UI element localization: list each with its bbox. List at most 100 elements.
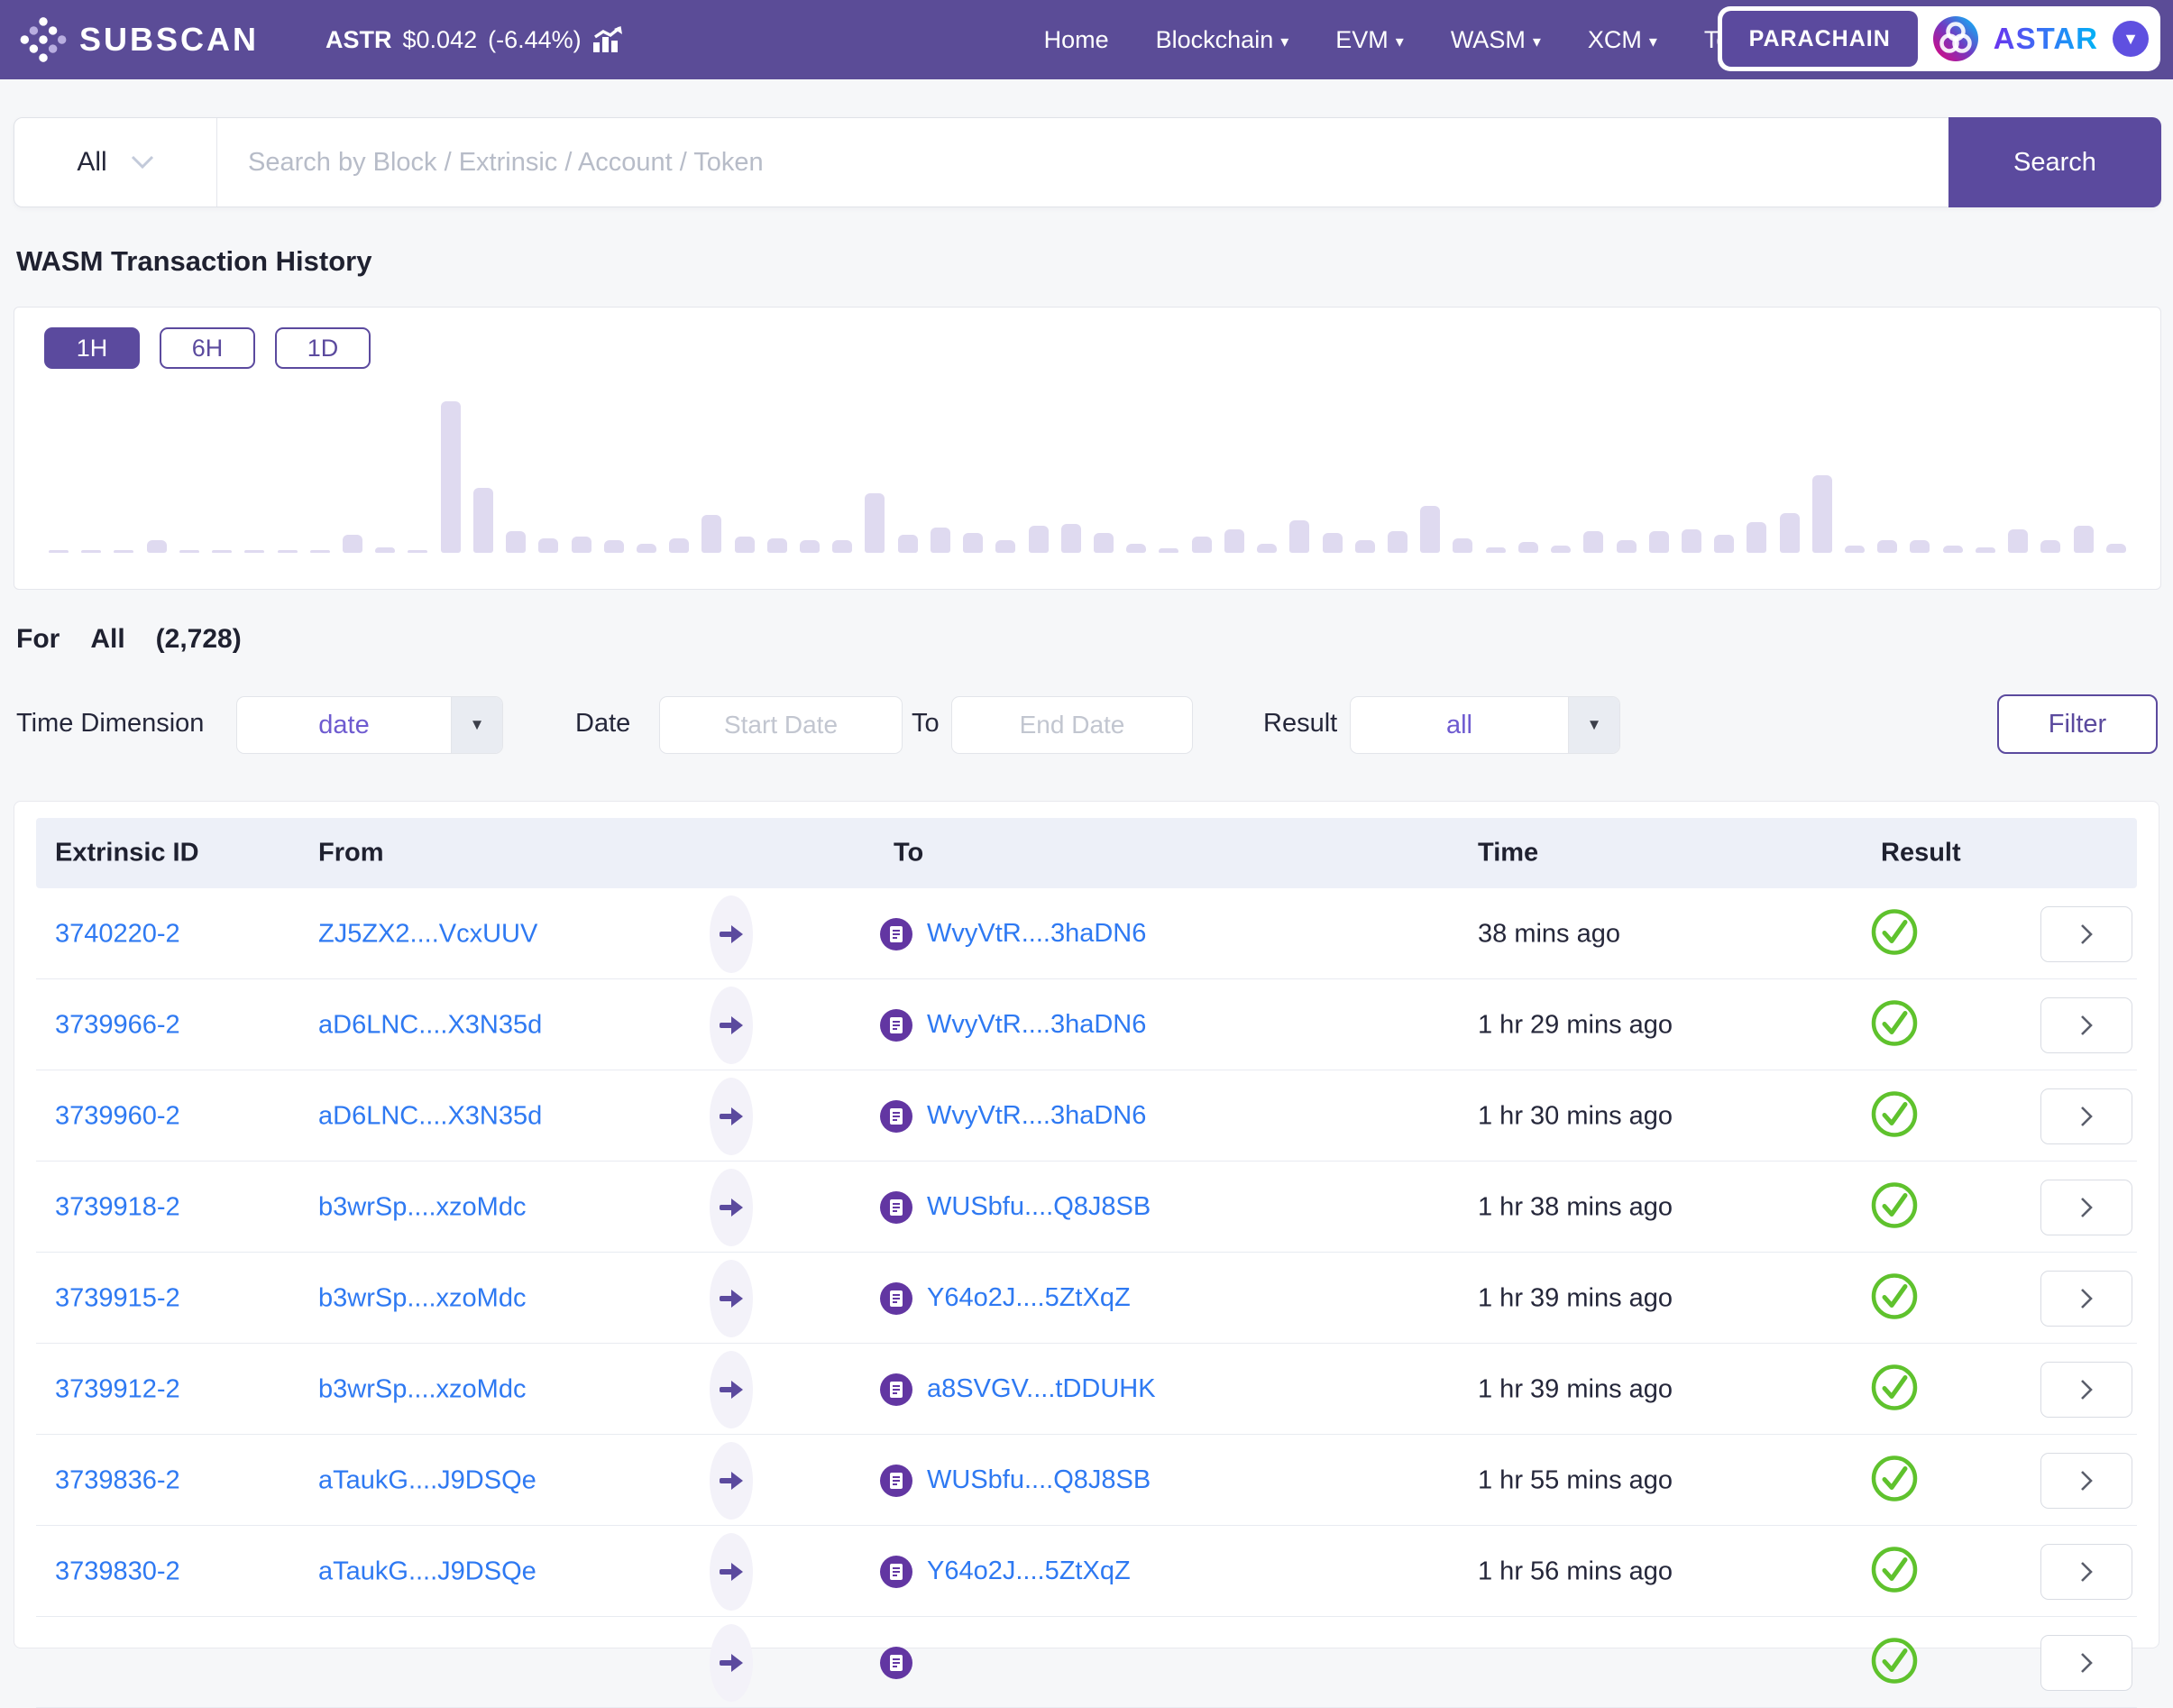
row-detail-button[interactable] [2040, 1088, 2132, 1144]
chart-bar [995, 540, 1015, 553]
filter-row: Time Dimension date ▼ Date To Result all… [0, 694, 2173, 758]
chevron-down-icon: ▼ [1568, 697, 1619, 753]
result-select[interactable]: all ▼ [1350, 696, 1620, 754]
time-dimension-label: Time Dimension [16, 709, 204, 739]
parachain-button[interactable]: PARACHAIN [1722, 11, 1918, 67]
to-account-link[interactable]: Y64o2J....5ZtXqZ [927, 1283, 1131, 1313]
date-label: Date [575, 709, 630, 739]
time-dimension-select[interactable]: date ▼ [236, 696, 503, 754]
extrinsic-id-link[interactable]: 3739830-2 [55, 1556, 180, 1586]
search-input[interactable] [217, 118, 1948, 207]
from-account-link[interactable]: aD6LNC....X3N35d [318, 1101, 542, 1131]
arrow-right-icon [718, 1288, 745, 1309]
arrow-right-icon [718, 1015, 745, 1036]
nav-item-xcm[interactable]: XCM ▾ [1588, 26, 1657, 54]
to-label: To [912, 709, 940, 739]
row-detail-button[interactable] [2040, 1544, 2132, 1600]
transfer-direction-badge [710, 1533, 753, 1611]
extrinsic-id-link[interactable]: 3739836-2 [55, 1465, 180, 1495]
time-ago: 38 mins ago [1478, 919, 1620, 949]
col-extrinsic-id: Extrinsic ID [55, 839, 199, 868]
chart-bar [1388, 531, 1407, 553]
chart-bar [1061, 524, 1081, 553]
chart-bar [244, 550, 264, 553]
chart-bar [1126, 544, 1146, 553]
network-chevron-down-icon[interactable]: ▼ [2113, 21, 2149, 57]
nav-item-blockchain[interactable]: Blockchain ▾ [1156, 26, 1289, 54]
from-account-link[interactable]: b3wrSp....xzoMdc [318, 1374, 526, 1404]
extrinsic-id-link[interactable]: 3739918-2 [55, 1192, 180, 1222]
chart-bar [310, 550, 330, 553]
nav-item-home[interactable]: Home [1044, 26, 1109, 54]
to-account-link[interactable]: WUSbfu....Q8J8SB [927, 1192, 1151, 1222]
chevron-right-icon [2080, 1288, 2093, 1309]
token-price-block: ASTR $0.042 (-6.44%) [325, 26, 623, 54]
to-account-link[interactable]: Y64o2J....5ZtXqZ [927, 1556, 1131, 1586]
col-from: From [318, 839, 384, 868]
row-detail-button[interactable] [2040, 1362, 2132, 1418]
from-account-link[interactable]: aTaukG....J9DSQe [318, 1465, 536, 1495]
to-account-link[interactable]: WUSbfu....Q8J8SB [927, 1465, 1151, 1495]
from-account-link[interactable]: ZJ5ZX2....VcxUUV [318, 919, 537, 949]
row-detail-button[interactable] [2040, 1180, 2132, 1235]
row-detail-button[interactable] [2040, 997, 2132, 1053]
chart-bar [408, 550, 427, 553]
from-account-link[interactable]: aD6LNC....X3N35d [318, 1010, 542, 1040]
summary-count: (2,728) [156, 624, 242, 655]
global-search-bar: All Search [14, 117, 2161, 207]
success-check-icon [1870, 1180, 1919, 1234]
extrinsic-id-link[interactable]: 3739915-2 [55, 1283, 180, 1313]
extrinsic-id-link[interactable]: 3739912-2 [55, 1374, 180, 1404]
from-account-link[interactable]: b3wrSp....xzoMdc [318, 1192, 526, 1222]
chart-bar [1910, 540, 1930, 553]
contract-icon [880, 918, 912, 950]
table-row [14, 1617, 2159, 1708]
row-detail-button[interactable] [2040, 1635, 2132, 1691]
astar-logo-icon [1932, 15, 1979, 62]
contract-icon [880, 1373, 912, 1406]
chart-bar [343, 535, 362, 553]
page-title: WASM Transaction History [16, 245, 371, 278]
transactions-table: Extrinsic ID From To Time Result 3740220… [14, 801, 2159, 1648]
table-row: 3739912-2 b3wrSp....xzoMdc a8SVGV....tDD… [14, 1344, 2159, 1435]
chart-bar [1486, 547, 1506, 553]
chevron-right-icon [2080, 1197, 2093, 1218]
chart-bar [147, 540, 167, 553]
from-account-link[interactable]: aTaukG....J9DSQe [318, 1556, 536, 1586]
success-check-icon [1870, 1272, 1919, 1325]
price-chart-icon[interactable] [592, 26, 623, 53]
chart-bar [1583, 531, 1603, 553]
to-account-link[interactable]: a8SVGV....tDDUHK [927, 1374, 1156, 1404]
row-detail-button[interactable] [2040, 1453, 2132, 1509]
chart-bar [1323, 533, 1343, 553]
chart-bar [1617, 540, 1637, 553]
to-account-link[interactable]: WvyVtR....3haDN6 [927, 1101, 1146, 1131]
time-ago: 1 hr 38 mins ago [1478, 1192, 1673, 1222]
arrow-right-icon [718, 1106, 745, 1127]
nav-item-evm[interactable]: EVM ▾ [1335, 26, 1404, 54]
to-account-link[interactable]: WvyVtR....3haDN6 [927, 1010, 1146, 1040]
to-account-link[interactable]: WvyVtR....3haDN6 [927, 919, 1146, 949]
end-date-input[interactable] [951, 696, 1193, 754]
success-check-icon [1870, 1636, 1919, 1689]
chart-bar [865, 493, 885, 553]
table-row: 3739918-2 b3wrSp....xzoMdc WUSbfu....Q8J… [14, 1162, 2159, 1253]
result-label: Result [1263, 709, 1337, 739]
row-detail-button[interactable] [2040, 1271, 2132, 1327]
table-body: 3740220-2 ZJ5ZX2....VcxUUV WvyVtR....3ha… [14, 888, 2159, 1708]
chart-bar [2074, 526, 2094, 553]
search-category-select[interactable]: All [14, 118, 217, 207]
nav-item-wasm[interactable]: WASM ▾ [1451, 26, 1541, 54]
extrinsic-id-link[interactable]: 3740220-2 [55, 919, 180, 949]
extrinsic-id-link[interactable]: 3739960-2 [55, 1101, 180, 1131]
filter-button[interactable]: Filter [1997, 694, 2158, 754]
extrinsic-id-link[interactable]: 3739966-2 [55, 1010, 180, 1040]
table-header: Extrinsic ID From To Time Result [36, 818, 2137, 888]
network-name: ASTAR [1994, 22, 2098, 56]
start-date-input[interactable] [659, 696, 903, 754]
row-detail-button[interactable] [2040, 906, 2132, 962]
search-button[interactable]: Search [1948, 117, 2161, 207]
from-account-link[interactable]: b3wrSp....xzoMdc [318, 1283, 526, 1313]
subscan-logo[interactable]: SUBSCAN [20, 16, 259, 63]
chart-bar [1029, 526, 1049, 553]
